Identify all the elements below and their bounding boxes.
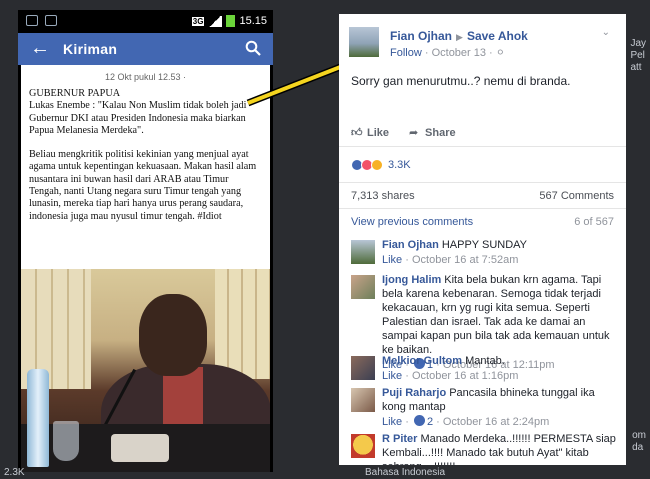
shares-count[interactable]: 7,313 shares — [351, 190, 415, 202]
avatar[interactable] — [349, 27, 379, 57]
comment: Puji Raharjo Pancasila bhineka tunggal ik… — [339, 386, 626, 432]
comment-time[interactable]: October 16 at 7:52am — [412, 254, 518, 266]
app-bar-title: Kiriman — [63, 41, 118, 57]
phone-screenshot: 3G 15.15 ← Kiriman 12 Okt pukul 12.53 · … — [18, 10, 273, 472]
commenter-name[interactable]: Ijong Halim — [382, 274, 441, 286]
like-label: Like — [367, 127, 390, 139]
triangle-right-icon: ▶ — [456, 32, 463, 42]
comment-text: Mantab. — [465, 355, 505, 367]
clock: 15.15 — [239, 15, 267, 27]
share-button[interactable]: ➦ Share — [409, 126, 456, 139]
chevron-down-icon[interactable]: ⌄ — [602, 27, 610, 38]
commenter-name[interactable]: Fian Ojhan — [382, 239, 439, 251]
avatar[interactable] — [351, 275, 375, 299]
phone-post: 12 Okt pukul 12.53 · GUBERNUR PAPUA Luka… — [21, 65, 270, 472]
haha-reaction-icon — [371, 158, 383, 171]
post-paragraph: Beliau mengkritik politisi kekinian yang… — [29, 149, 257, 222]
reaction-count[interactable]: 3.3K — [388, 159, 411, 171]
view-previous-row: View previous comments 6 of 567 — [339, 209, 626, 234]
reactions-bar[interactable]: 3.3K — [339, 147, 626, 183]
follow-button[interactable]: Follow — [390, 47, 422, 59]
thumbs-up-icon — [413, 415, 425, 426]
avatar[interactable] — [351, 388, 375, 412]
edge-text: Jay Pel att — [630, 38, 646, 73]
comment: Melkior Gultom Mantab. Like · October 16 … — [339, 354, 626, 386]
battery-icon — [226, 15, 236, 27]
arrow-left-icon[interactable]: ← — [30, 37, 50, 60]
edge-count: 2.3K — [4, 467, 25, 478]
thumbs-up-icon: 👍︎ — [351, 127, 363, 139]
commenter-name[interactable]: Melkior Gultom — [382, 355, 462, 367]
post-header: Fian Ojhan ▶ Save Ahok Follow · October 13… — [339, 14, 626, 74]
comment-text: HAPPY SUNDAY — [441, 239, 528, 251]
app-bar: ← Kiriman — [18, 33, 273, 65]
avatar[interactable] — [351, 434, 375, 458]
comment-text: Kita bela bukan krn agama. Tapi bela kar… — [382, 274, 610, 356]
comment-like-count[interactable]: 2 — [427, 416, 433, 428]
edge-text: om da — [632, 430, 646, 453]
like-button[interactable]: 👍︎ Like — [351, 126, 389, 139]
network-type: 3G — [191, 16, 205, 26]
globe-icon: ⚪ — [495, 47, 505, 59]
comment-text: Manado Merdeka..!!!!!! PERMESTA siap Kem… — [382, 433, 616, 465]
comment-time[interactable]: October 16 at 2:24pm — [443, 416, 549, 428]
share-icon: ➦ — [409, 127, 419, 139]
status-bar: 3G 15.15 — [18, 10, 273, 33]
signal-icon — [208, 15, 223, 27]
comment: Fian Ojhan HAPPY SUNDAY Like · October 16… — [339, 238, 626, 273]
post-date[interactable]: October 13 — [432, 47, 486, 59]
commenter-name[interactable]: Puji Raharjo — [382, 387, 446, 399]
comment: Ijong Halim Kita bela bukan krn agama. Ta… — [339, 273, 626, 371]
comment-like-button[interactable]: Like — [382, 370, 402, 382]
facebook-post-card: Fian Ojhan ▶ Save Ahok Follow · October 13… — [339, 14, 626, 465]
share-label: Share — [425, 127, 456, 139]
avatar[interactable] — [351, 240, 375, 264]
messenger-icon — [26, 15, 38, 26]
post-paragraph: GUBERNUR PAPUA Lukas Enembe : "Kalau Non… — [29, 88, 247, 136]
group-name[interactable]: Save Ahok — [467, 29, 528, 43]
comment-like-button[interactable]: Like — [382, 416, 402, 428]
comment-like-button[interactable]: Like — [382, 254, 402, 266]
chat-icon — [45, 15, 57, 26]
post-date: 12 Okt pukul 12.53 · — [104, 72, 187, 82]
author-name[interactable]: Fian Ojhan — [390, 29, 452, 43]
language-link[interactable]: Bahasa Indonesia — [365, 467, 445, 478]
comments-count[interactable]: 567 Comments — [539, 190, 614, 202]
avatar[interactable] — [351, 356, 375, 380]
post-photo[interactable] — [21, 269, 270, 472]
view-previous-comments-link[interactable]: View previous comments — [351, 216, 473, 228]
post-text: Sorry gan menurutmu..? nemu di branda. — [351, 74, 571, 88]
shares-bar: 7,313 shares 567 Comments — [339, 183, 626, 209]
commenter-name[interactable]: R Piter — [382, 433, 417, 445]
comment: R Piter Manado Merdeka..!!!!!! PERMESTA s… — [339, 432, 626, 465]
post-body: GUBERNUR PAPUA Lukas Enembe : "Kalau Non… — [21, 86, 270, 223]
post-actions: 👍︎ Like ➦ Share — [339, 119, 626, 147]
comment-time[interactable]: October 16 at 1:16pm — [412, 370, 518, 382]
comments-pager: 6 of 567 — [574, 215, 614, 228]
